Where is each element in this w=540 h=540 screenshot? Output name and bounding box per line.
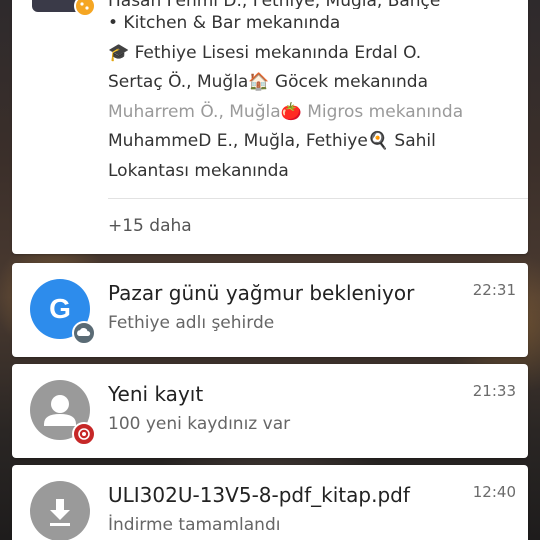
checkin-line: • Kitchen & Bar mekanında xyxy=(108,13,341,33)
weather-notification[interactable]: G Pazar günü yağmur bekleniyor Fethiye a… xyxy=(12,263,528,357)
notification-title: Pazar günü yağmur bekleniyor xyxy=(108,281,415,305)
checkin-line: Sertaç Ö., Muğla🏠 Göcek mekanında xyxy=(108,72,429,92)
checkin-line: 🎓 Fethiye Lisesi mekanında Erdal O. xyxy=(108,42,422,63)
notification-time: 22:31 xyxy=(472,281,516,299)
checkin-line: MuhammeD E., Muğla, Fethiye🍳 Sahil xyxy=(108,131,436,151)
more-count[interactable]: +15 daha xyxy=(108,216,192,236)
download-notification[interactable]: ULI302U-13V5-8-pdf_kitap.pdf İndirme tam… xyxy=(12,465,528,540)
checkin-line: Lokantası mekanında xyxy=(108,160,289,181)
notification-subtitle: İndirme tamamlandı xyxy=(108,515,281,535)
foursquare-notification[interactable]: Hasan Fehmi D., Fethiye, Muğla, Bahçe • … xyxy=(12,0,528,254)
download-icon xyxy=(30,481,90,540)
notification-time: 21:33 xyxy=(472,382,516,400)
divider xyxy=(108,198,528,199)
checkin-line: Hasan Fehmi D., Fethiye, Muğla, Bahçe xyxy=(108,0,518,9)
checkin-list: Hasan Fehmi D., Fethiye, Muğla, Bahçe • … xyxy=(108,0,518,186)
notification-title: Yeni kayıt xyxy=(108,382,204,406)
notification-subtitle: Fethiye adlı şehirde xyxy=(108,313,275,333)
foursquare-icon xyxy=(74,0,96,17)
recording-notification[interactable]: Yeni kayıt 100 yeni kaydınız var 21:33 xyxy=(12,364,528,458)
checkin-line: Muharrem Ö., Muğla🍅 Migros mekanında xyxy=(108,101,464,122)
notification-time: 12:40 xyxy=(472,483,516,501)
call-recording-icon xyxy=(72,422,96,446)
notification-title: ULI302U-13V5-8-pdf_kitap.pdf xyxy=(108,483,410,507)
notification-subtitle: 100 yeni kaydınız var xyxy=(108,414,291,434)
cloud-icon xyxy=(72,321,96,345)
